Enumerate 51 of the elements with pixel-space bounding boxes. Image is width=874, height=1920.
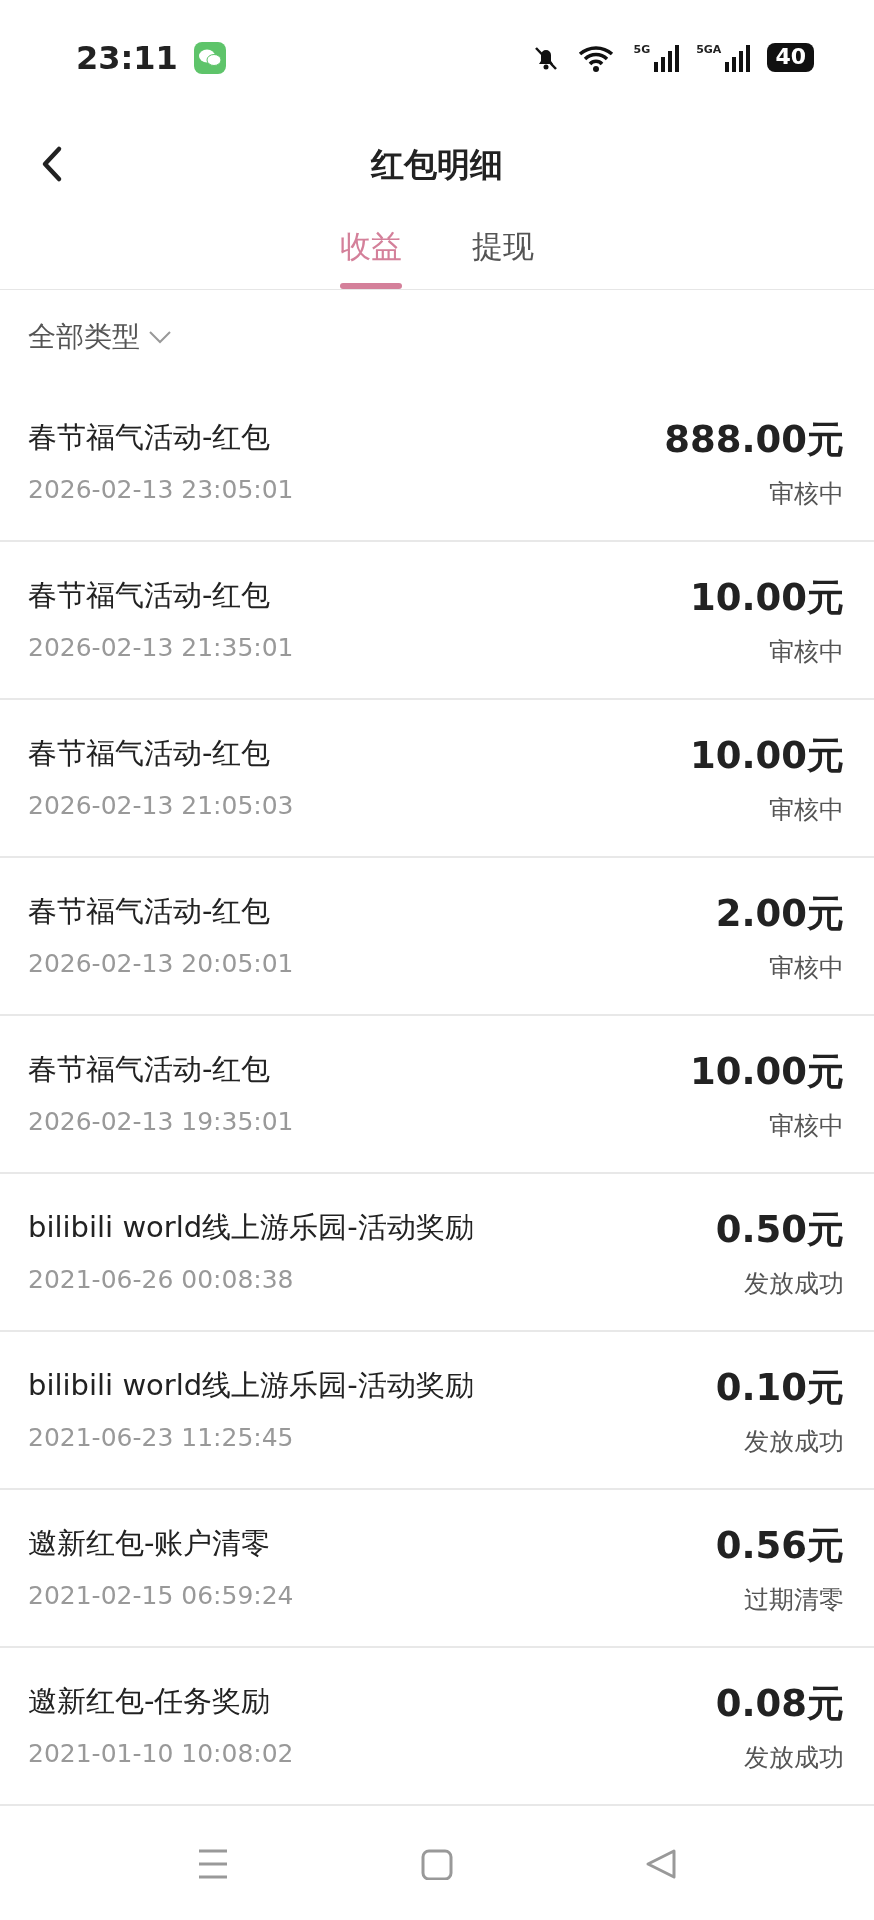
signal-icon bbox=[725, 43, 752, 72]
record-title: bilibili world线上游乐园-活动奖励 bbox=[28, 1208, 474, 1246]
battery-level: 40 bbox=[767, 43, 814, 72]
record-amount: 10.00元 bbox=[689, 732, 844, 779]
status-time: 23:11 bbox=[76, 37, 178, 79]
record-status: 审核中 bbox=[769, 1110, 844, 1142]
signal-icon bbox=[654, 43, 681, 72]
record-status: 审核中 bbox=[769, 952, 844, 984]
record-amount: 2.00元 bbox=[715, 890, 844, 937]
record-status: 审核中 bbox=[769, 478, 844, 510]
chevron-down-icon bbox=[148, 330, 172, 344]
record-status: 发放成功 bbox=[744, 1268, 844, 1300]
record-amount: 888.00元 bbox=[664, 416, 844, 463]
record-title: 春节福气活动-红包 bbox=[28, 576, 272, 614]
record-amount: 10.00元 bbox=[689, 574, 844, 621]
record-title: 春节福气活动-红包 bbox=[28, 734, 272, 772]
record-title: 春节福气活动-红包 bbox=[28, 892, 272, 930]
record-time: 2021-06-23 11:25:45 bbox=[28, 1422, 295, 1454]
record-title: bilibili world线上游乐园-活动奖励 bbox=[28, 1366, 474, 1404]
record-status: 审核中 bbox=[769, 794, 844, 826]
record-time: 2026-02-13 23:05:01 bbox=[28, 474, 294, 506]
page-title: 红包明细 bbox=[371, 144, 503, 187]
back-icon[interactable] bbox=[40, 145, 64, 183]
record-title: 春节福气活动-红包 bbox=[28, 418, 272, 456]
record-status: 过期清零 bbox=[744, 1584, 844, 1616]
menu-icon[interactable] bbox=[196, 1848, 230, 1880]
record-time: 2026-02-13 21:05:03 bbox=[28, 790, 294, 822]
record-amount: 0.08元 bbox=[715, 1680, 844, 1727]
record-status: 发放成功 bbox=[744, 1426, 844, 1458]
record-title: 春节福气活动-红包 bbox=[28, 1050, 272, 1088]
record-time: 2026-02-13 20:05:01 bbox=[28, 948, 294, 980]
record-amount: 0.10元 bbox=[715, 1364, 844, 1411]
type-filter-dropdown[interactable]: 全部类型 bbox=[28, 316, 172, 358]
record-time: 2026-02-13 19:35:01 bbox=[28, 1106, 294, 1138]
record-amount: 0.56元 bbox=[715, 1522, 844, 1569]
record-title: 邀新红包-账户清零 bbox=[28, 1524, 272, 1562]
record-time: 2021-06-26 00:08:38 bbox=[28, 1264, 295, 1296]
record-time: 2021-02-15 06:59:24 bbox=[28, 1580, 294, 1612]
record-title: 邀新红包-任务奖励 bbox=[28, 1682, 272, 1720]
record-amount: 10.00元 bbox=[689, 1048, 844, 1095]
record-status: 发放成功 bbox=[744, 1742, 844, 1774]
record-time: 2021-01-10 10:08:02 bbox=[28, 1738, 294, 1770]
home-icon[interactable] bbox=[420, 1848, 454, 1880]
record-time: 2026-02-13 21:35:01 bbox=[28, 632, 294, 664]
tab[interactable]: 提现 bbox=[472, 208, 534, 289]
network-label: 5G bbox=[633, 43, 651, 55]
back-nav-icon[interactable] bbox=[644, 1848, 678, 1880]
network-label: 5GA bbox=[696, 43, 722, 55]
record-amount: 0.50元 bbox=[715, 1206, 844, 1253]
chat-app-icon bbox=[193, 41, 226, 74]
record-status: 审核中 bbox=[769, 636, 844, 668]
